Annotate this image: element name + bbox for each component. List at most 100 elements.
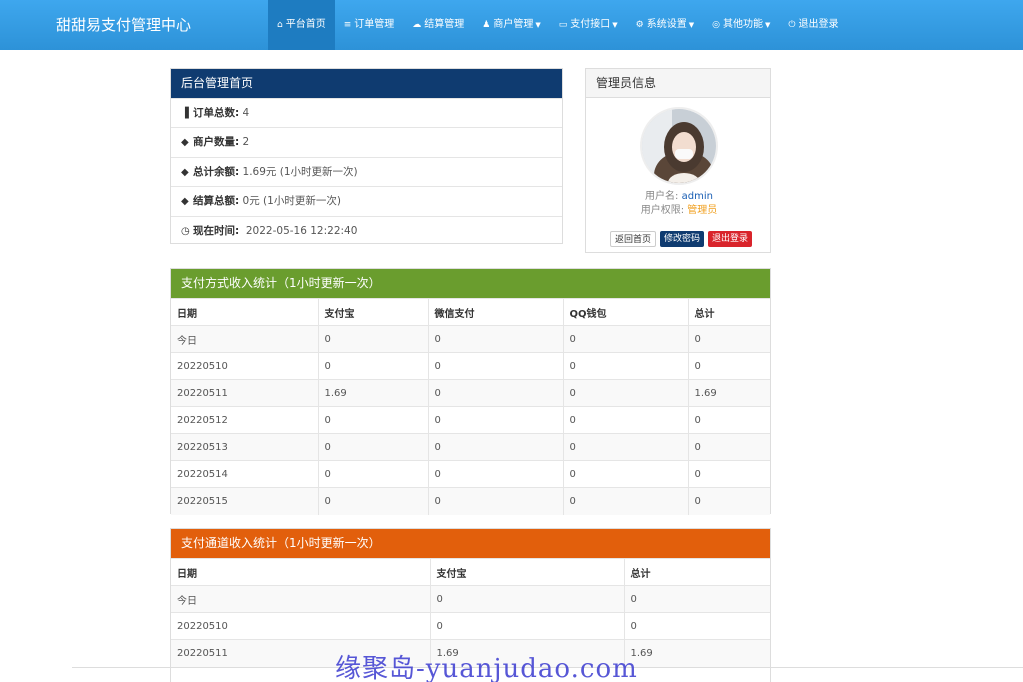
table-cell: 0	[562, 352, 688, 380]
panel-title: 支付通道收入统计（1小时更新一次）	[171, 529, 770, 558]
drop-icon: ◆	[181, 166, 189, 178]
nav-item-3[interactable]: ♟ 商户管理 ▼	[473, 0, 549, 50]
nav-label: 平台首页	[285, 19, 326, 30]
role-value: 管理员	[687, 205, 718, 216]
table-cell: 0	[687, 325, 770, 353]
info-value: 2	[239, 136, 250, 149]
avatar	[640, 107, 718, 185]
column-header: 支付宝	[317, 298, 428, 326]
table-cell: 0	[623, 585, 770, 613]
table-row: 今日 0 0	[171, 585, 770, 613]
table-cell: 0	[317, 460, 428, 488]
table-cell: 0	[317, 325, 428, 353]
table-cell: 1.69	[623, 639, 770, 667]
panel-title: 管理员信息	[586, 69, 770, 98]
table-cell: 0	[427, 352, 563, 380]
watermark: 缘聚岛-yuanjudao.com	[335, 654, 638, 682]
info-label: 商户数量:	[193, 136, 240, 149]
admin-info-panel: 管理员信息 用户名: admin 用户权限: 管理员 返回首页 修改密码 退出登…	[585, 68, 771, 253]
main-nav: ⌂ 平台首页 ≡ 订单管理 ☁ 结算管理 ♟ 商户管理 ▼ ▭ 支付接口 ▼ ⚙ 系统设置 ▼ ◎ 其他功能 ▼ ⏻…	[268, 0, 847, 50]
nav-item-4[interactable]: ▭ 支付接口 ▼	[550, 0, 627, 50]
table-cell: 0	[427, 325, 563, 353]
bar-chart-icon: ▐	[181, 108, 189, 119]
info-row: ◆ 商户数量: 2	[171, 127, 562, 156]
list-icon: ≡	[343, 20, 352, 30]
table-cell: 0	[429, 612, 624, 640]
table-cell: 0	[623, 612, 770, 640]
dashboard-info-panel: 后台管理首页 ▐ 订单总数: 4 ◆ 商户数量: 2 ◆ 总计余额: 1.69元 (1小时…	[170, 68, 563, 244]
table-cell: 0	[429, 585, 624, 613]
top-navbar: 甜甜易支付管理中心 ⌂ 平台首页 ≡ 订单管理 ☁ 结算管理 ♟ 商户管理 ▼ ▭ 支付接口 ▼ ⚙ 系统…	[0, 0, 1023, 50]
payment-method-stats-panel: 支付方式收入统计（1小时更新一次） 日期 支付宝 微信支付 QQ钱包 总计 今日 0 0 0 0 2…	[170, 268, 771, 515]
info-value: 4	[239, 107, 250, 119]
nav-item-2[interactable]: ☁ 结算管理	[403, 0, 473, 50]
column-header: 日期	[171, 558, 430, 586]
table-cell: 0	[427, 460, 563, 488]
info-label: 订单总数:	[193, 107, 240, 119]
drop-icon: ◆	[181, 137, 189, 149]
role-line: 用户权限: 管理员	[586, 201, 772, 216]
globe-icon: ◎	[712, 20, 720, 30]
table-cell: 0	[427, 433, 563, 461]
table-cell: 0	[427, 379, 563, 407]
table-cell: 0	[562, 433, 688, 461]
logout-button[interactable]: 退出登录	[708, 231, 753, 247]
panel-title: 支付方式收入统计（1小时更新一次）	[171, 269, 770, 298]
table-cell: 0	[562, 406, 688, 434]
table-cell: 今日	[171, 585, 430, 613]
table-cell: 0	[687, 433, 770, 461]
power-icon: ⏻	[788, 20, 796, 30]
role-label: 用户权限:	[640, 205, 688, 216]
table-row: 20220514 0 0 0 0	[171, 460, 770, 488]
gear-icon: ⚙	[635, 20, 644, 30]
table-cell: 20220511	[171, 379, 318, 407]
table-cell: 20220514	[171, 460, 318, 488]
nav-item-0[interactable]: ⌂ 平台首页	[268, 0, 335, 50]
cloud-icon: ☁	[412, 20, 422, 30]
nav-item-1[interactable]: ≡ 订单管理	[335, 0, 404, 50]
panel-title: 后台管理首页	[171, 69, 562, 98]
info-value: 1.69元 (1小时更新一次)	[239, 165, 358, 178]
nav-item-7[interactable]: ⏻ 退出登录	[779, 0, 847, 50]
table-cell: 今日	[171, 325, 318, 353]
table-cell: 0	[427, 487, 563, 515]
table-cell: 1.69	[687, 379, 770, 407]
table-cell: 0	[562, 460, 688, 488]
table-cell: 0	[562, 379, 688, 407]
table-cell: 0	[317, 406, 428, 434]
nav-label: 系统设置	[646, 19, 687, 30]
back-home-button[interactable]: 返回首页	[610, 231, 657, 247]
drop-icon: ◆	[181, 196, 189, 208]
nav-item-6[interactable]: ◎ 其他功能 ▼	[703, 0, 779, 50]
nav-label: 结算管理	[424, 19, 465, 30]
payment-method-table: 日期 支付宝 微信支付 QQ钱包 总计 今日 0 0 0 0 20220510 0 0 0 0 2022051…	[171, 298, 770, 515]
chevron-down-icon: ▼	[764, 21, 771, 29]
nav-label: 其他功能	[722, 19, 763, 30]
table-cell: 0	[687, 406, 770, 434]
chevron-down-icon: ▼	[535, 21, 541, 29]
change-password-button[interactable]: 修改密码	[660, 231, 705, 247]
brand-title[interactable]: 甜甜易支付管理中心	[56, 0, 191, 50]
card-icon: ▭	[558, 20, 568, 30]
info-row: ▐ 订单总数: 4	[171, 98, 562, 127]
table-cell: 20220510	[171, 612, 430, 640]
table-cell: 0	[687, 460, 770, 488]
table-row: 20220513 0 0 0 0	[171, 433, 770, 461]
table-row: 20220510 0 0	[171, 612, 770, 640]
table-cell: 0	[562, 487, 688, 515]
column-header: 日期	[171, 298, 318, 326]
nav-label: 支付接口	[570, 19, 611, 30]
table-cell: 0	[687, 487, 770, 515]
column-header: QQ钱包	[562, 298, 688, 326]
nav-item-5[interactable]: ⚙ 系统设置 ▼	[627, 0, 703, 50]
table-cell: 20220515	[171, 487, 318, 515]
column-header: 总计	[623, 558, 770, 586]
info-label: 现在时间:	[193, 224, 240, 237]
chevron-down-icon: ▼	[688, 21, 695, 29]
chevron-down-icon: ▼	[612, 21, 618, 29]
table-cell: 0	[427, 406, 563, 434]
column-header: 支付宝	[429, 558, 624, 586]
info-row: ◆ 总计余额: 1.69元 (1小时更新一次)	[171, 156, 562, 186]
info-value: 2022-05-16 12:22:40	[239, 224, 358, 237]
table-cell: 20220513	[171, 433, 318, 461]
